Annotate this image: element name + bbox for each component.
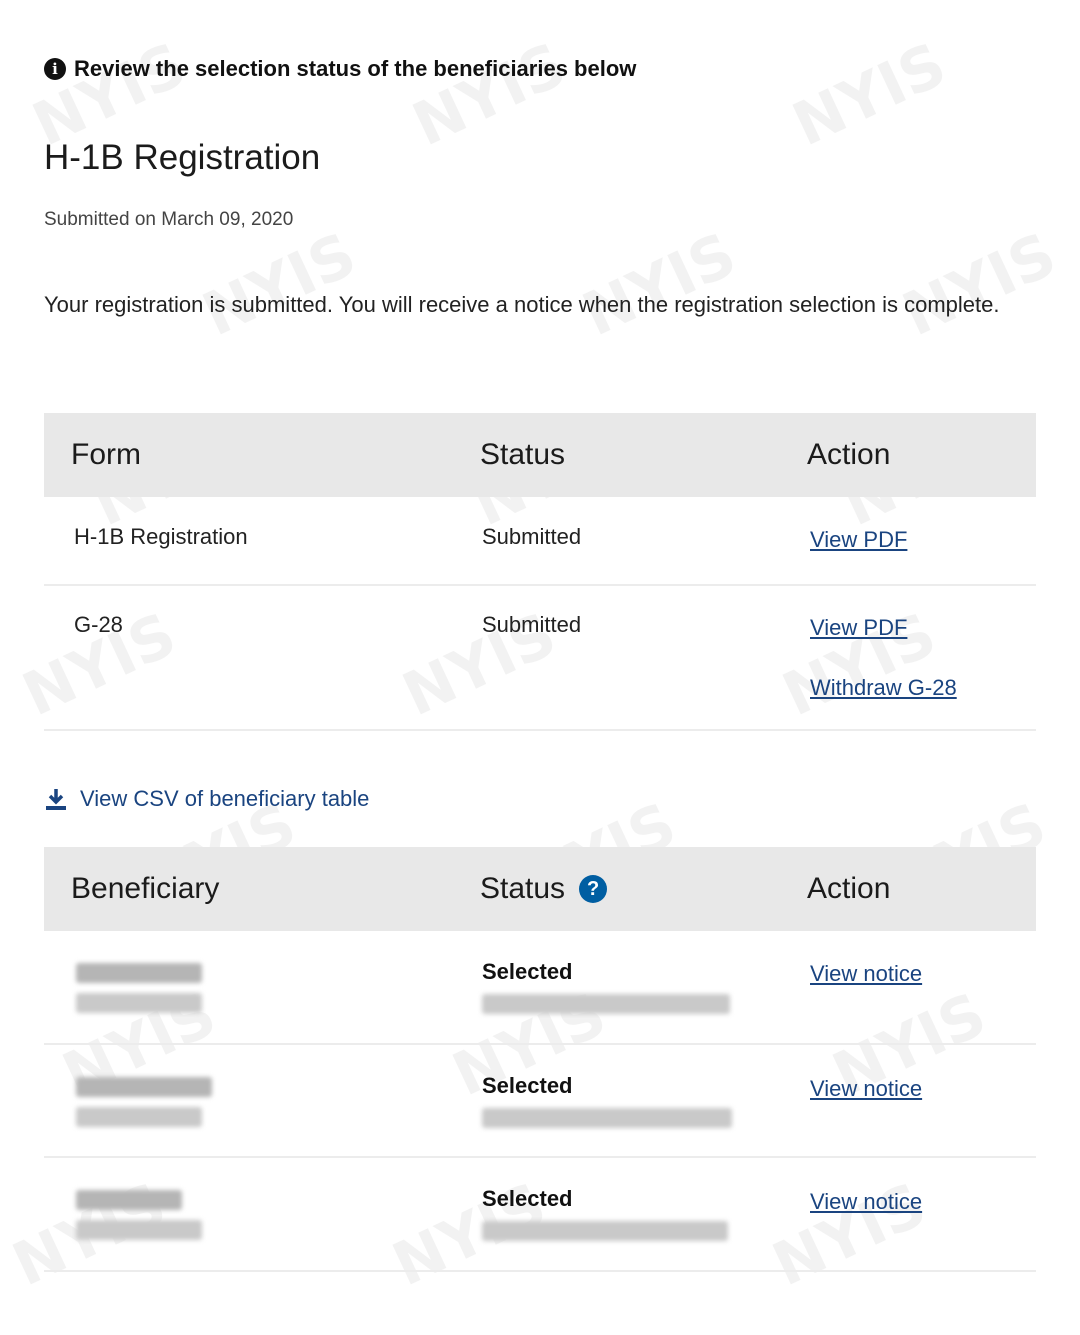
selection-status: Selected bbox=[482, 1073, 573, 1098]
column-header-action: Action bbox=[807, 438, 891, 471]
watermark: NYIS bbox=[402, 29, 577, 161]
info-icon: i bbox=[44, 58, 66, 80]
beneficiary-table: Beneficiary Status ? Action Selected Vie… bbox=[44, 847, 1036, 1272]
view-notice-link[interactable]: View notice bbox=[810, 1076, 922, 1102]
column-header-status: Status bbox=[480, 438, 566, 471]
view-notice-link[interactable]: View notice bbox=[810, 1189, 922, 1215]
status-message: Your registration is submitted. You will… bbox=[44, 292, 1000, 317]
view-pdf-link[interactable]: View PDF bbox=[810, 615, 907, 641]
form-name: H-1B Registration bbox=[74, 524, 248, 549]
watermark: NYIS bbox=[782, 29, 957, 161]
view-pdf-link[interactable]: View PDF bbox=[810, 527, 907, 553]
redacted-status-detail bbox=[482, 1108, 732, 1128]
view-csv-label[interactable]: View CSV of beneficiary table bbox=[80, 786, 369, 812]
form-status: Submitted bbox=[482, 524, 582, 549]
beneficiary-table-header: Beneficiary Status ? Action bbox=[44, 847, 1036, 931]
withdraw-g28-link[interactable]: Withdraw G-28 bbox=[810, 675, 957, 701]
column-header-status: Status ? bbox=[480, 847, 608, 931]
column-header-action: Action bbox=[807, 872, 891, 905]
column-header-status-label: Status bbox=[480, 872, 566, 905]
redacted-beneficiary-name bbox=[76, 1077, 212, 1097]
redacted-beneficiary-detail bbox=[76, 1220, 202, 1240]
table-row: H-1B Registration Submitted View PDF bbox=[44, 497, 1036, 586]
view-csv-link[interactable]: View CSV of beneficiary table bbox=[44, 786, 369, 812]
alert-text: Review the selection status of the benef… bbox=[74, 56, 637, 81]
page: NYIS NYIS NYIS NYIS NYIS NYIS NYIS NYIS … bbox=[0, 0, 1080, 1335]
table-row: Selected View notice bbox=[44, 1045, 1036, 1158]
page-title: H-1B Registration bbox=[44, 138, 321, 177]
column-header-beneficiary: Beneficiary bbox=[71, 872, 220, 905]
table-row: G-28 Submitted View PDF Withdraw G-28 bbox=[44, 586, 1036, 731]
forms-table: Form Status Action H-1B Registration Sub… bbox=[44, 413, 1036, 731]
question-circle-icon[interactable]: ? bbox=[579, 875, 608, 903]
redacted-beneficiary-detail bbox=[76, 993, 202, 1013]
view-notice-link[interactable]: View notice bbox=[810, 961, 922, 987]
selection-status: Selected bbox=[482, 959, 573, 984]
redacted-beneficiary-detail bbox=[76, 1107, 202, 1127]
submitted-date: Submitted on March 09, 2020 bbox=[44, 209, 294, 230]
download-icon bbox=[46, 789, 66, 810]
form-status: Submitted bbox=[482, 612, 582, 637]
column-header-form: Form bbox=[71, 438, 141, 471]
forms-table-header: Form Status Action bbox=[44, 413, 1036, 497]
redacted-beneficiary-name bbox=[76, 963, 202, 983]
selection-status: Selected bbox=[482, 1186, 573, 1211]
alert-banner: i Review the selection status of the ben… bbox=[44, 56, 636, 82]
table-row: Selected View notice bbox=[44, 931, 1036, 1045]
redacted-status-detail bbox=[482, 994, 730, 1014]
redacted-beneficiary-name bbox=[76, 1190, 182, 1210]
redacted-status-detail bbox=[482, 1221, 728, 1241]
form-name: G-28 bbox=[74, 612, 123, 637]
table-row: Selected View notice bbox=[44, 1158, 1036, 1272]
